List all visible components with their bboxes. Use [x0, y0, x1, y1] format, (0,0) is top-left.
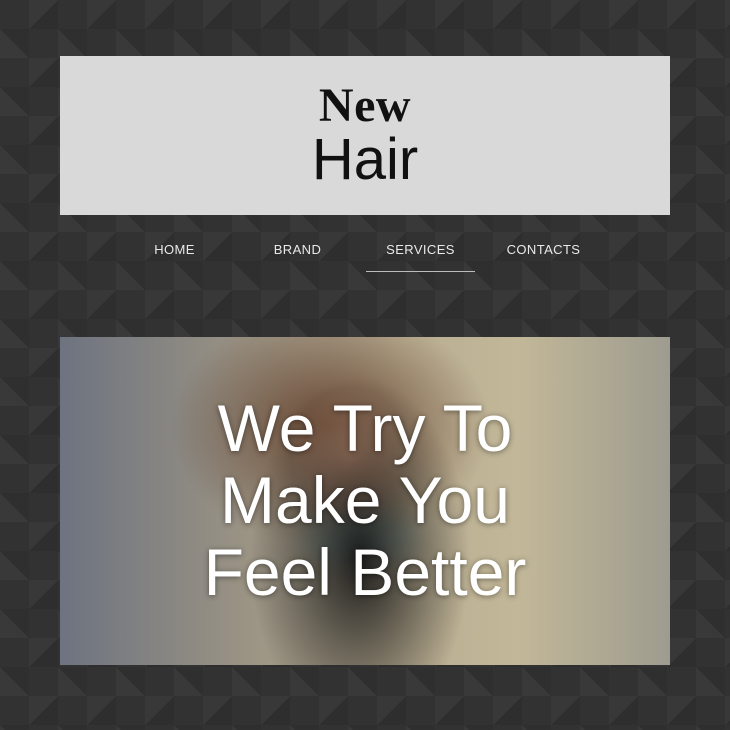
hero-banner: We Try To Make You Feel Better: [60, 337, 670, 665]
hero-headline: We Try To Make You Feel Better: [60, 392, 670, 608]
site-header: New Hair: [60, 56, 670, 215]
main-nav: HOME BRAND SERVICES CONTACTS: [120, 227, 610, 272]
site-logo[interactable]: New Hair: [60, 82, 670, 190]
nav-item-contacts[interactable]: CONTACTS: [489, 227, 598, 272]
hero-headline-line-2: Make You: [220, 463, 510, 537]
hero-headline-line-1: We Try To: [217, 391, 513, 465]
nav-item-brand[interactable]: BRAND: [243, 227, 352, 272]
nav-item-home[interactable]: HOME: [120, 227, 229, 272]
logo-line-hair: Hair: [311, 127, 419, 192]
logo-line-new: New: [318, 79, 412, 132]
nav-item-services[interactable]: SERVICES: [366, 227, 475, 272]
hero-headline-line-3: Feel Better: [203, 535, 527, 609]
